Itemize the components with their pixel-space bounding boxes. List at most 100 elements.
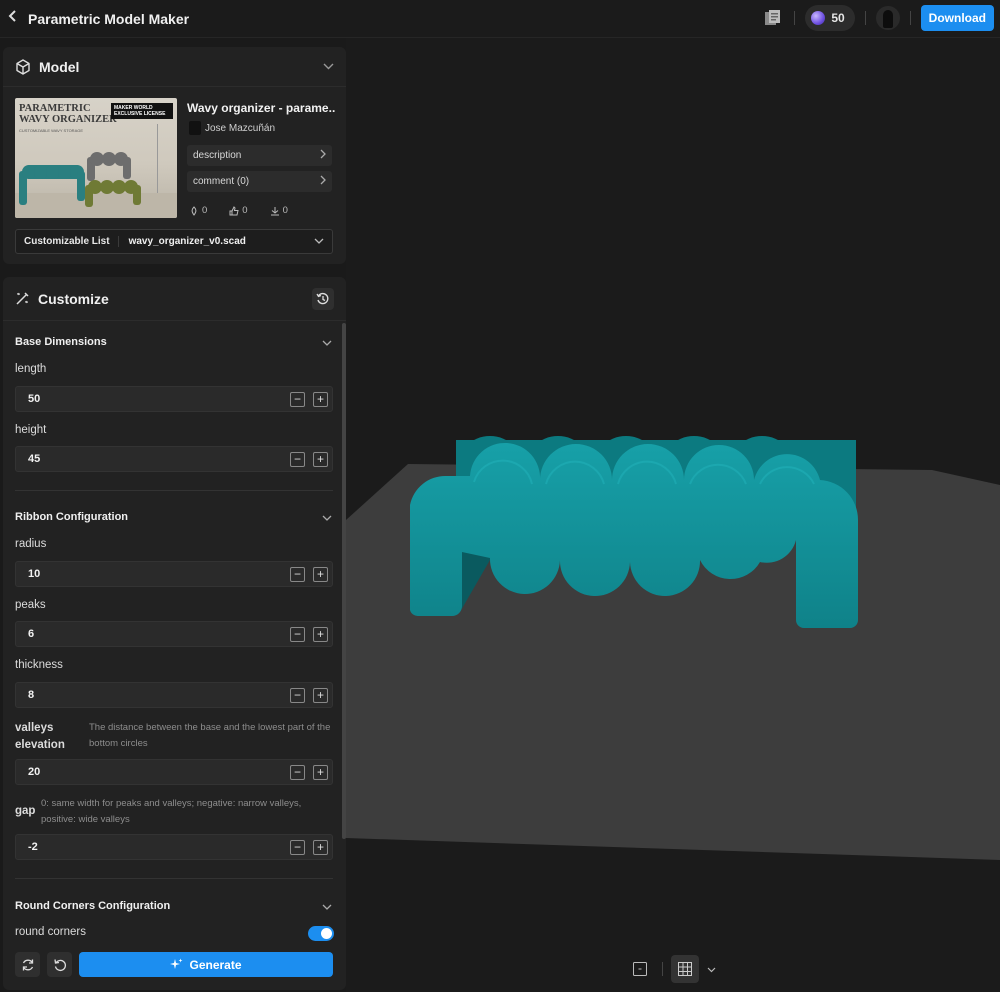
round-corners-label: round corners	[15, 926, 86, 938]
minus-button[interactable]: −	[290, 451, 305, 467]
peaks-label: peaks	[15, 599, 46, 611]
viewport-toolbar	[626, 953, 716, 985]
plus-button[interactable]: +	[313, 626, 328, 642]
minus-button[interactable]: −	[290, 839, 305, 855]
length-field[interactable]: 50 − +	[15, 386, 333, 412]
section-round-corners[interactable]: Round Corners Configuration	[15, 900, 170, 912]
avatar[interactable]	[875, 6, 900, 30]
divider	[909, 11, 911, 25]
sparkle-icon	[170, 958, 183, 969]
divider	[794, 11, 796, 25]
plus-button[interactable]: +	[313, 451, 328, 467]
minus-button[interactable]: −	[290, 764, 305, 780]
plus-button[interactable]: +	[313, 391, 328, 407]
gap-field[interactable]: -2 − +	[15, 834, 333, 860]
radius-value[interactable]: 10	[28, 568, 40, 580]
thickness-value[interactable]: 8	[28, 689, 34, 701]
thumbnail-title: PARAMETRIC WAVY ORGANIZER	[19, 103, 117, 125]
plus-button[interactable]: +	[313, 687, 328, 703]
round-corners-toggle[interactable]	[308, 926, 334, 941]
document-icon[interactable]	[764, 9, 781, 27]
boost-count: 0	[202, 205, 208, 216]
model-thumbnail[interactable]: PARAMETRIC WAVY ORGANIZER CUSTOMIZABLE W…	[15, 98, 177, 218]
description-link[interactable]: description	[187, 145, 332, 166]
top-bar: Parametric Model Maker 50 Download	[0, 0, 1000, 38]
valleys-elevation-label: valleys elevation	[15, 722, 65, 751]
height-field[interactable]: 45 − +	[15, 446, 333, 472]
thumbs-up-icon	[229, 205, 239, 215]
model-name[interactable]: Wavy organizer - parame...	[187, 101, 335, 115]
generate-button[interactable]: Generate	[79, 952, 333, 977]
customizable-value: wavy_organizer_v0.scad	[128, 236, 246, 247]
customizable-select[interactable]: Customizable List wavy_organizer_v0.scad	[15, 229, 333, 254]
valleys-elevation-field[interactable]: 20 − +	[15, 759, 333, 785]
author-avatar	[189, 121, 201, 135]
author[interactable]: Jose Mazcuñán	[189, 121, 275, 135]
gem-icon	[811, 11, 826, 25]
gap-label: gap	[15, 805, 36, 817]
chevron-down-icon[interactable]	[707, 960, 716, 978]
app-title: Parametric Model Maker	[28, 10, 190, 27]
thumbnail-subtitle: CUSTOMIZABLE WAVY STORAGE	[19, 128, 84, 133]
download-button[interactable]: Download	[920, 5, 994, 31]
refresh-icon[interactable]	[15, 952, 40, 977]
parameters-list: Base Dimensions length 50 − + height 45 −…	[3, 321, 346, 941]
minus-button[interactable]: −	[290, 687, 305, 703]
model-stats: 0 0 0	[189, 205, 288, 216]
chevron-right-icon	[320, 149, 326, 162]
customizable-label: Customizable List	[16, 236, 119, 247]
plus-button[interactable]: +	[313, 764, 328, 780]
gap-value[interactable]: -2	[28, 841, 38, 853]
cube-icon	[16, 58, 30, 75]
model-panel-header[interactable]: Model	[3, 47, 346, 87]
comment-label: comment (0)	[193, 176, 250, 187]
viewport-scene	[346, 436, 1000, 860]
height-value[interactable]: 45	[28, 453, 40, 465]
back-icon[interactable]	[8, 9, 22, 28]
top-right-actions: 50 Download	[764, 3, 994, 33]
chevron-right-icon	[320, 175, 326, 188]
peaks-field[interactable]: 6 − +	[15, 621, 333, 647]
chevron-down-icon[interactable]	[323, 61, 334, 73]
minus-button[interactable]: −	[290, 626, 305, 642]
license-badge: MAKER WORLD EXCLUSIVE LICENSE	[111, 103, 173, 119]
customize-actions: Generate	[3, 945, 346, 985]
grid-icon[interactable]	[671, 955, 699, 983]
minus-button[interactable]: −	[290, 566, 305, 582]
chevron-down-icon[interactable]	[322, 513, 332, 524]
peaks-value[interactable]: 6	[28, 628, 34, 640]
like-stat[interactable]: 0	[229, 205, 248, 216]
comment-link[interactable]: comment (0)	[187, 171, 332, 192]
chevron-down-icon[interactable]	[322, 338, 332, 349]
chevron-down-icon[interactable]	[322, 902, 332, 913]
radius-field[interactable]: 10 − +	[15, 561, 333, 587]
height-label: height	[15, 424, 47, 436]
history-icon[interactable]	[312, 287, 334, 310]
viewport-frame-icon[interactable]	[626, 955, 654, 983]
gap-help: 0: same width for peaks and valleys; neg…	[41, 798, 302, 825]
boost-icon	[191, 205, 197, 216]
length-label: length	[15, 363, 47, 375]
credits-count: 50	[831, 11, 845, 25]
3d-viewport[interactable]	[346, 38, 1000, 992]
like-count: 0	[242, 205, 248, 216]
magic-wand-icon	[16, 292, 29, 305]
thickness-field[interactable]: 8 − +	[15, 682, 333, 708]
minus-button[interactable]: −	[290, 391, 305, 407]
length-value[interactable]: 50	[28, 393, 40, 405]
model-panel: Model PARAMETRIC WAVY ORGANIZER CUSTOMIZ…	[3, 47, 346, 264]
description-label: description	[193, 150, 242, 161]
boost-stat[interactable]: 0	[189, 205, 207, 216]
reset-icon[interactable]	[47, 952, 72, 977]
panel-title: Customize	[38, 290, 109, 307]
credits-badge[interactable]: 50	[805, 5, 855, 31]
plus-button[interactable]: +	[313, 839, 328, 855]
customize-panel: Customize Base Dimensions length 50 − + h…	[3, 277, 346, 990]
section-ribbon-configuration[interactable]: Ribbon Configuration	[15, 511, 128, 523]
section-base-dimensions[interactable]: Base Dimensions	[15, 336, 107, 348]
valleys-elevation-value[interactable]: 20	[28, 766, 40, 778]
plus-button[interactable]: +	[313, 566, 328, 582]
divider	[864, 11, 866, 25]
generate-label: Generate	[189, 957, 242, 972]
download-stat[interactable]: 0	[270, 205, 288, 216]
